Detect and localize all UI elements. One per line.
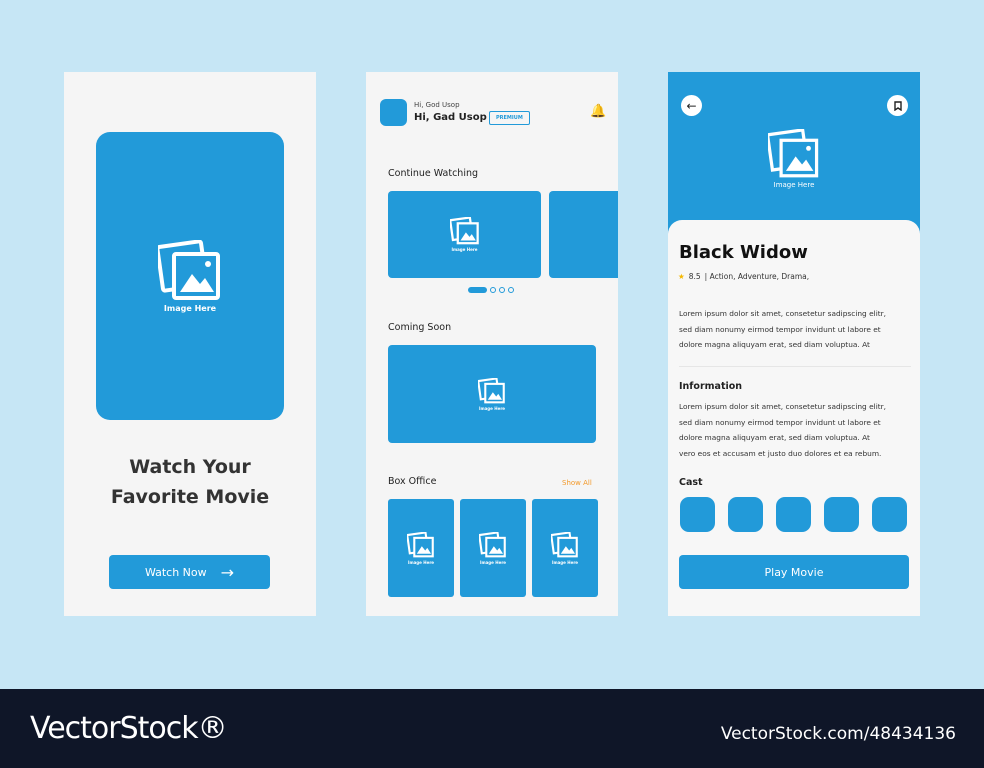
rating: 8.5	[688, 272, 701, 281]
vectorstock-logo: VectorStock®	[30, 711, 228, 746]
coming-soon-heading: Coming Soon	[388, 322, 452, 333]
cast-avatar[interactable]	[728, 497, 763, 532]
description-line: Lorem ipsum dolor sit amet, consetetur s…	[679, 309, 887, 318]
image-icon	[768, 129, 819, 178]
onboarding-screen: Image Here Watch Your Favorite Movie Wat…	[64, 72, 316, 616]
dot[interactable]	[508, 287, 514, 293]
title-line-1: Watch Your	[129, 456, 251, 478]
image-label: Image Here	[551, 559, 579, 565]
cast-list	[680, 497, 907, 532]
image-icon	[478, 377, 505, 403]
box-office-card[interactable]: Image Here	[388, 499, 454, 597]
footer: VectorStock® VectorStock.com/48434136	[0, 689, 984, 768]
box-office-list: Image Here Image Here Image Here	[388, 499, 598, 597]
arrow-right-icon: →	[220, 562, 235, 582]
image-icon	[407, 531, 434, 557]
image-icon	[449, 217, 479, 245]
poster-placeholder: Image Here	[96, 132, 284, 420]
premium-badge: PREMIUM	[489, 111, 530, 125]
avatar[interactable]	[380, 99, 407, 126]
coming-soon-card[interactable]: Image Here	[388, 345, 596, 443]
back-arrow-icon[interactable]: ←	[681, 95, 702, 116]
cast-avatar[interactable]	[776, 497, 811, 532]
bookmark-icon[interactable]	[887, 95, 908, 116]
information-text: Lorem ipsum dolor sit amet, consetetur s…	[679, 399, 886, 461]
image-label: Image Here	[773, 181, 815, 189]
image-id: VectorStock.com/48434136	[720, 724, 956, 744]
dot[interactable]	[490, 287, 496, 293]
movie-title: Black Widow	[679, 242, 808, 263]
info-line: dolore magna aliquyam erat, sed diam vol…	[679, 433, 870, 442]
cast-avatar[interactable]	[680, 497, 715, 532]
description-line: sed diam nonumy eirmod tempor invidunt u…	[679, 324, 881, 334]
box-office-heading: Box Office	[388, 476, 437, 487]
play-movie-button[interactable]: Play Movie	[679, 555, 909, 589]
home-screen: Hi, God Usop Hi, Gad Usop PREMIUM 🔔 Cont…	[366, 72, 618, 616]
greeting: Hi, Gad Usop	[414, 112, 487, 123]
genres: | Action, Adventure, Drama,	[704, 272, 810, 281]
greeting-small: Hi, God Usop	[414, 101, 460, 109]
bell-icon[interactable]: 🔔	[590, 104, 606, 119]
box-office-card[interactable]: Image Here	[532, 499, 598, 597]
watch-now-button[interactable]: Watch Now →	[109, 555, 270, 589]
description: Lorem ipsum dolor sit amet, consetetur s…	[679, 306, 886, 353]
divider	[679, 366, 911, 367]
detail-sheet: Black Widow ★ 8.5 | Action, Adventure, D…	[668, 220, 920, 616]
image-icon	[551, 531, 578, 557]
image-label: Image Here	[479, 559, 507, 565]
image-label: Image Here	[478, 405, 506, 411]
continue-watching-heading: Continue Watching	[388, 168, 479, 179]
carousel-dots	[468, 287, 514, 293]
watch-now-label: Watch Now	[144, 565, 207, 579]
image-icon	[158, 239, 220, 300]
continue-card[interactable]	[549, 191, 618, 278]
description-line: dolore magna aliquyam erat, sed diam vol…	[679, 340, 870, 349]
title-line-2: Favorite Movie	[110, 486, 270, 508]
continue-card[interactable]: Image Here	[388, 191, 541, 278]
info-line: vero eos et accusam et justo duo dolores…	[679, 448, 882, 458]
image-label: Image Here	[163, 303, 217, 313]
cast-avatar[interactable]	[872, 497, 907, 532]
dot-active[interactable]	[468, 287, 487, 293]
information-heading: Information	[679, 381, 743, 392]
info-line: Lorem ipsum dolor sit amet, consetetur s…	[679, 402, 887, 411]
info-line: sed diam nonumy eirmod tempor invidunt u…	[679, 417, 881, 427]
image-label: Image Here	[407, 559, 435, 565]
dot[interactable]	[499, 287, 505, 293]
show-all-link[interactable]: Show All	[562, 479, 592, 487]
box-office-card[interactable]: Image Here	[460, 499, 526, 597]
image-icon	[479, 531, 506, 557]
star-icon: ★	[678, 272, 685, 281]
cast-heading: Cast	[679, 477, 703, 488]
hero-image-placeholder: Image Here	[764, 126, 824, 192]
image-label: Image Here	[451, 247, 478, 252]
detail-screen: ← Image Here Black Widow ★ 8.5 | Action,…	[668, 72, 920, 616]
cast-avatar[interactable]	[824, 497, 859, 532]
